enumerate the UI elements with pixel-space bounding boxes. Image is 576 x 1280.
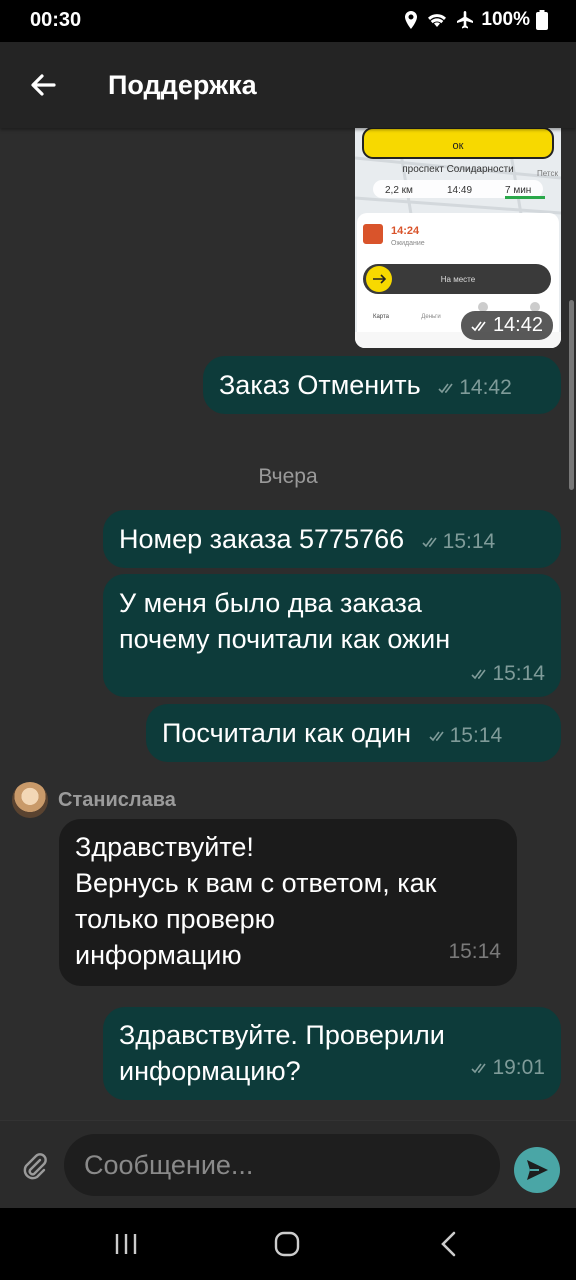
read-check-icon bbox=[471, 321, 486, 331]
message-text: Номер заказа 5775766 bbox=[119, 524, 405, 554]
message-sender: Станислава bbox=[12, 782, 176, 818]
send-button[interactable] bbox=[514, 1147, 560, 1193]
read-check-icon bbox=[471, 669, 487, 680]
paperclip-icon[interactable] bbox=[20, 1152, 50, 1182]
message-time: 19:01 bbox=[492, 1056, 545, 1079]
message-line: Вернусь к вам с ответом, как bbox=[75, 868, 437, 898]
message-meta: 15:14 bbox=[471, 656, 545, 692]
message-line: Здравствуйте! bbox=[75, 832, 254, 862]
read-check-icon bbox=[471, 1063, 487, 1074]
page-title: Поддержка bbox=[108, 70, 257, 100]
outgoing-message[interactable]: Заказ Отменить 14:42 bbox=[203, 356, 561, 414]
message-text: У меня было два заказа почему почитали к… bbox=[119, 588, 451, 654]
status-bar: 00:30 100% bbox=[0, 0, 576, 42]
location-icon bbox=[403, 10, 419, 30]
preview-tab-money: Деньги bbox=[421, 314, 440, 320]
preview-street-side: Петск bbox=[537, 169, 559, 178]
system-nav-bar bbox=[0, 1208, 576, 1280]
airplane-icon bbox=[455, 10, 475, 30]
message-time: 15:14 bbox=[442, 530, 496, 553]
send-icon bbox=[527, 1160, 548, 1180]
back-arrow-icon[interactable] bbox=[26, 68, 60, 102]
date-divider: Вчера bbox=[258, 465, 318, 488]
chat-header: Поддержка bbox=[0, 42, 576, 128]
preview-order-status: Ожидание bbox=[391, 240, 425, 247]
scrollbar[interactable] bbox=[569, 300, 574, 490]
image-message-time: 14:42 bbox=[460, 311, 553, 340]
preview-order-time: 14:24 bbox=[391, 225, 420, 237]
message-meta: 19:01 bbox=[471, 1050, 545, 1086]
outgoing-message[interactable]: Здравствуйте. Проверили информацию? 19:0… bbox=[103, 1007, 561, 1100]
message-text: Здравствуйте. Проверили информацию? bbox=[119, 1020, 445, 1086]
avatar[interactable] bbox=[12, 782, 48, 818]
home-icon[interactable] bbox=[273, 1230, 301, 1258]
wifi-icon bbox=[425, 11, 449, 29]
message-time: 15:14 bbox=[492, 662, 545, 685]
preview-eta-min: 7 мин bbox=[505, 185, 531, 196]
composer bbox=[0, 1120, 576, 1208]
preview-tab-map: Карта bbox=[373, 314, 390, 320]
message-input-field[interactable] bbox=[64, 1134, 500, 1196]
read-check-icon bbox=[429, 731, 444, 742]
recent-apps-icon[interactable] bbox=[112, 1230, 140, 1258]
message-time: 15:14 bbox=[449, 724, 503, 747]
read-check-icon bbox=[422, 537, 437, 548]
message-text: Заказ Отменить bbox=[219, 370, 421, 400]
outgoing-message[interactable]: У меня было два заказа почему почитали к… bbox=[103, 574, 561, 697]
outgoing-message[interactable]: Номер заказа 5775766 15:14 bbox=[103, 510, 561, 568]
message-meta: 14:42 bbox=[438, 370, 512, 406]
image-message[interactable]: ок проспект Солидарности Петск 2,2 км 14… bbox=[355, 128, 561, 348]
message-meta: 15:14 bbox=[429, 718, 503, 754]
message-list[interactable]: ок проспект Солидарности Петск 2,2 км 14… bbox=[0, 128, 576, 1120]
message-input[interactable] bbox=[64, 1134, 500, 1196]
nav-back-icon[interactable] bbox=[436, 1230, 464, 1258]
message-text: Посчитали как один bbox=[162, 718, 412, 748]
message-line: только проверю bbox=[75, 904, 275, 934]
read-check-icon bbox=[438, 383, 453, 394]
preview-eta-time: 14:49 bbox=[447, 185, 472, 196]
preview-ok-label: ок bbox=[453, 140, 464, 152]
battery-level: 100% bbox=[481, 9, 530, 30]
message-meta: 15:14 bbox=[422, 524, 496, 560]
battery-icon bbox=[536, 10, 548, 30]
sender-name: Станислава bbox=[58, 788, 176, 811]
status-time: 00:30 bbox=[30, 9, 82, 31]
preview-distance: 2,2 км bbox=[385, 185, 413, 196]
preview-arrived-label: На месте bbox=[441, 275, 476, 284]
outgoing-message[interactable]: Посчитали как один 15:14 bbox=[146, 704, 561, 762]
message-time: 14:42 bbox=[459, 376, 512, 399]
incoming-message[interactable]: Здравствуйте! Вернусь к вам с ответом, к… bbox=[59, 819, 517, 986]
message-time: 15:14 bbox=[448, 940, 501, 963]
preview-street: проспект Солидарности bbox=[402, 164, 514, 175]
message-line: информацию bbox=[75, 940, 242, 970]
